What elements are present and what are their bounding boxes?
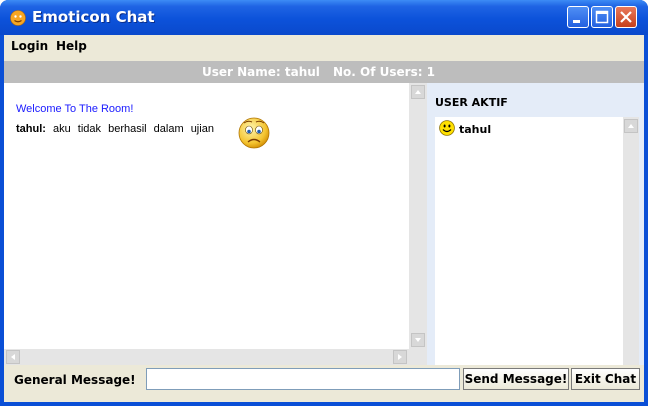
menu-login[interactable]: Login xyxy=(11,39,48,53)
emoticon-app-icon xyxy=(10,10,26,26)
chevron-up-icon xyxy=(415,90,421,94)
maximize-button[interactable] xyxy=(591,6,613,28)
chat-horizontal-scrollbar[interactable] xyxy=(4,349,409,365)
active-users-list[interactable]: tahul xyxy=(435,117,623,365)
active-users-panel: USER AKTIF tahul xyxy=(427,83,644,365)
chevron-right-icon xyxy=(398,354,402,360)
minimize-button[interactable] xyxy=(567,6,589,28)
general-message-label: General Message! xyxy=(14,373,136,387)
user-name: tahul xyxy=(459,123,492,136)
status-bar: User Name: tahul No. Of Users: 1 xyxy=(4,61,644,83)
send-message-button[interactable]: Send Message! xyxy=(463,368,569,390)
scroll-right-button[interactable] xyxy=(393,350,407,364)
close-icon xyxy=(620,11,632,23)
scroll-left-button[interactable] xyxy=(6,350,20,364)
welcome-message: Welcome To The Room! xyxy=(16,103,134,115)
chat-message: tahul: aku tidak berhasil dalam ujian xyxy=(16,123,214,135)
menu-help[interactable]: Help xyxy=(56,39,87,53)
message-sender: tahul: xyxy=(16,123,46,135)
scroll-down-button[interactable] xyxy=(411,333,425,347)
menu-bar: Login Help xyxy=(4,35,644,57)
sad-face-icon xyxy=(238,117,270,149)
message-input[interactable] xyxy=(146,368,460,390)
minimize-icon xyxy=(573,20,580,23)
chat-messages-area[interactable]: Welcome To The Room! tahul: aku tidak be… xyxy=(4,83,409,349)
title-bar[interactable]: Emoticon Chat xyxy=(0,0,648,35)
maximize-icon xyxy=(595,10,609,24)
close-button[interactable] xyxy=(615,6,637,28)
app-window: Emoticon Chat Login Help User Name: tahu… xyxy=(0,0,648,406)
chevron-up-icon xyxy=(628,124,634,128)
scrollbar-corner xyxy=(409,349,427,365)
status-user-name: User Name: tahul xyxy=(202,65,320,79)
message-text: aku tidak berhasil dalam ujian xyxy=(53,123,214,135)
chevron-down-icon xyxy=(415,338,421,342)
scroll-up-button[interactable] xyxy=(411,85,425,99)
window-client-area: Login Help User Name: tahul No. Of Users… xyxy=(4,35,644,402)
window-title: Emoticon Chat xyxy=(32,8,155,26)
smiley-icon xyxy=(439,120,455,136)
status-user-count: No. Of Users: 1 xyxy=(333,65,436,79)
users-vertical-scrollbar[interactable] xyxy=(623,117,639,365)
users-scroll-up-button[interactable] xyxy=(624,119,638,133)
chevron-left-icon xyxy=(11,354,15,360)
active-users-title: USER AKTIF xyxy=(435,96,508,109)
message-bar: General Message! Send Message! Exit Chat xyxy=(4,365,644,395)
exit-chat-button[interactable]: Exit Chat xyxy=(571,368,640,390)
chat-vertical-scrollbar[interactable] xyxy=(409,83,427,349)
